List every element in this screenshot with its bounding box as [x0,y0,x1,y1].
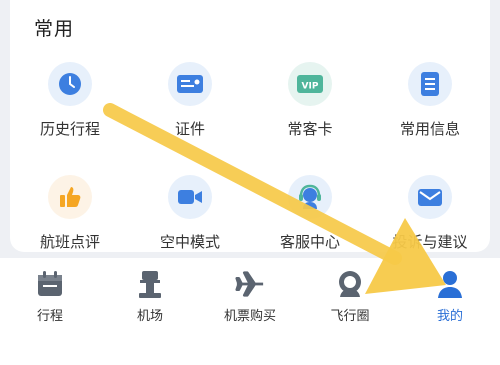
grid-item-label: 历史行程 [39,120,100,138]
calendar-icon [35,269,65,299]
tab-label: 机场 [136,309,163,324]
tab-label: 机票购买 [223,309,276,324]
tab-trips[interactable]: 行程 [0,258,100,365]
common-grid: 历史行程 证件 VIP 常客卡 常用信息 航班点评 空中模式 客服中心 投诉与建… [10,62,490,288]
tab-flight-circle[interactable]: 飞行圈 [300,258,400,365]
clock-icon [48,62,92,106]
grid-item-label: 常用信息 [399,120,460,138]
grid-item-label: 投诉与建议 [392,233,468,251]
tab-label: 飞行圈 [330,309,370,324]
common-section-card: 常用 历史行程 证件 VIP 常客卡 常用信息 航班点评 空中模式 客服中心 投… [10,0,490,252]
grid-item-documents[interactable]: 证件 [130,62,250,175]
customer-service-icon [288,175,332,219]
grid-item-label: 证件 [174,120,205,138]
tab-label: 行程 [36,309,63,324]
tab-label: 我的 [436,309,463,324]
grid-item-label: 常客卡 [287,120,333,138]
grid-item-common-info[interactable]: 常用信息 [370,62,490,175]
svg-text:VIP: VIP [302,82,319,92]
tab-buy-tickets[interactable]: 机票购买 [200,258,300,365]
mail-icon [408,175,452,219]
grid-item-label: 客服中心 [279,233,340,251]
airplane-icon [235,269,265,299]
vip-card-icon: VIP [288,62,332,106]
bottom-tab-bar: 行程 机场 机票购买 飞行圈 我的 [0,258,500,365]
grid-row-1: 历史行程 证件 VIP 常客卡 常用信息 [10,62,490,175]
grid-item-label: 航班点评 [39,233,100,251]
thumbs-up-icon [48,175,92,219]
section-title: 常用 [34,18,75,40]
tab-airport[interactable]: 机场 [100,258,200,365]
document-icon [408,62,452,106]
video-camera-icon [168,175,212,219]
grid-item-history-trips[interactable]: 历史行程 [10,62,130,175]
id-card-icon [168,62,212,106]
tab-mine[interactable]: 我的 [400,258,500,365]
grid-item-frequent-flyer-card[interactable]: VIP 常客卡 [250,62,370,175]
profile-icon [435,269,465,299]
community-icon [335,269,365,299]
airport-tower-icon [135,269,165,299]
grid-item-label: 空中模式 [159,233,220,251]
